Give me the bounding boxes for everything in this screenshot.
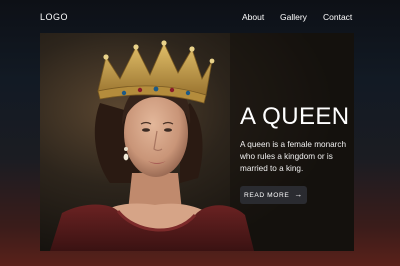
main-nav: About Gallery Contact [0, 12, 400, 24]
read-more-button[interactable]: READ MORE → [240, 186, 307, 204]
nav-item-gallery[interactable]: Gallery [280, 12, 307, 22]
hero-title: A QUEEN [240, 103, 350, 130]
nav-item-about[interactable]: About [242, 12, 264, 22]
nav-item-contact[interactable]: Contact [323, 12, 352, 22]
top-navigation-bar: LOGO About Gallery Contact [0, 0, 400, 34]
arrow-right-icon: → [294, 190, 303, 199]
hero-description: A queen is a female monarch who rules a … [240, 140, 347, 173]
read-more-label: READ MORE [244, 191, 290, 199]
